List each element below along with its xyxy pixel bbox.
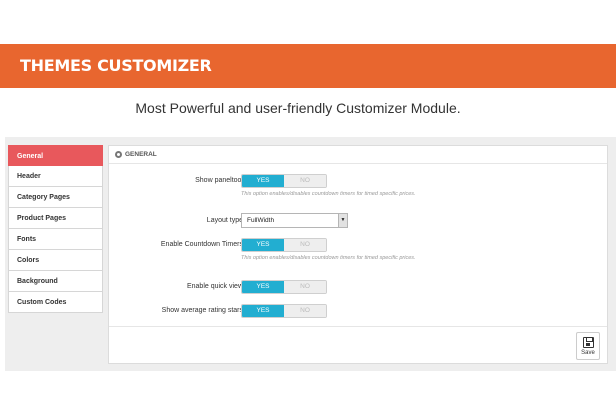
toggle-yes-option[interactable]: YES [242,305,284,317]
subtitle: Most Powerful and user-friendly Customiz… [135,100,461,116]
label-rating-stars: Show average rating stars [161,307,243,314]
sidebar-item-category-pages[interactable]: Category Pages [8,187,103,208]
label-countdown-timers: Enable Countdown Timers [160,241,243,248]
banner-title: THEMES CUSTOMIZER [20,56,212,75]
toggle-yes-option[interactable]: YES [242,239,284,251]
sidebar-item-general[interactable]: General [8,145,103,166]
sidebar-item-fonts[interactable]: Fonts [8,229,103,250]
toggle-rating-stars[interactable]: YES NO [241,304,327,318]
layout-type-value: FullWidth [247,217,275,224]
cog-icon [115,151,122,158]
panel-heading: GENERAL [109,146,607,164]
toggle-countdown-timers[interactable]: YES NO [241,238,327,252]
toggle-no-option[interactable]: NO [284,281,326,293]
toggle-show-paneltool[interactable]: YES NO [241,174,327,188]
panel-heading-text: GENERAL [125,151,157,158]
toggle-no-option[interactable]: NO [284,305,326,317]
label-layout-type: Layout type [206,217,243,224]
save-button[interactable]: Save [576,332,600,360]
toggle-quick-view[interactable]: YES NO [241,280,327,294]
sidebar-item-header[interactable]: Header [8,166,103,187]
layout-type-select[interactable]: FullWidth ▼ [241,213,348,228]
save-button-label: Save [581,350,595,356]
settings-panel: GENERAL Show paneltool YES NO This optio… [108,145,608,364]
toggle-yes-option[interactable]: YES [242,175,284,187]
sidebar-item-background[interactable]: Background [8,271,103,292]
toggle-no-option[interactable]: NO [284,239,326,251]
hint-show-paneltool: This option enables/disables countdown t… [241,191,416,197]
label-show-paneltool: Show paneltool [195,177,243,184]
hint-countdown-timers: This option enables/disables countdown t… [241,255,416,261]
title-banner: THEMES CUSTOMIZER [0,44,616,88]
page: THEMES CUSTOMIZER Most Powerful and user… [0,0,616,418]
toggle-no-option[interactable]: NO [284,175,326,187]
sidebar-item-custom-codes[interactable]: Custom Codes [8,292,103,313]
caret-down-icon[interactable]: ▼ [338,214,347,227]
sidebar-item-product-pages[interactable]: Product Pages [8,208,103,229]
floppy-disk-icon [583,337,594,348]
toggle-yes-option[interactable]: YES [242,281,284,293]
sidebar-item-colors[interactable]: Colors [8,250,103,271]
panel-footer-divider [109,326,607,327]
label-quick-view: Enable quick view [186,283,243,290]
sidebar: General Header Category Pages Product Pa… [8,145,103,313]
